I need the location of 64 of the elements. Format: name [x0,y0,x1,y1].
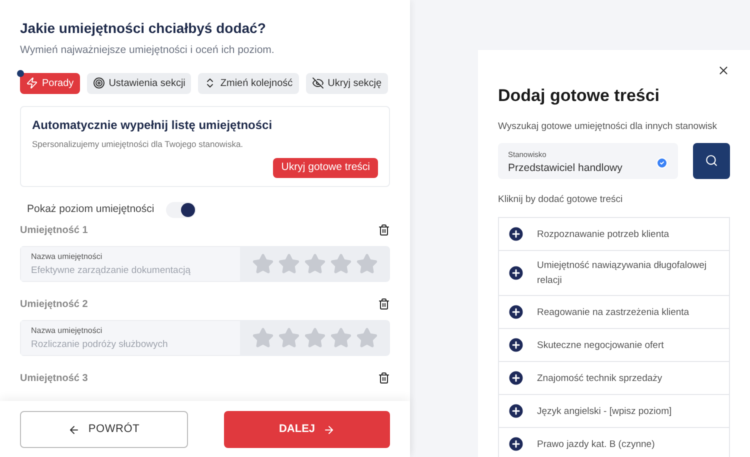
card-text: Spersonalizujemy umiejętności dla Twojego stanowiska. [32,138,244,150]
text-input[interactable]: Efektywne zarządzanie dokumentacją [31,262,230,280]
plus-icon [507,435,525,453]
plus-icon [507,336,525,354]
skill-name-field[interactable]: Nazwa umiejętności Rozliczanie podróży służbowych [20,320,240,356]
search-button[interactable] [693,142,730,179]
field-label: Nazwa umiejętności [31,250,104,262]
lightning-icon [26,77,38,90]
trash-icon[interactable] [378,224,390,236]
section-title: Jakie umiejętności chciałbyś dodać? [20,19,267,38]
section-subtitle: Wymień najważniejsze umiejętności i oceń ich poziom. [20,43,276,58]
eye-off-icon [312,77,324,90]
plus-icon [507,303,525,321]
plus-icon [507,402,525,420]
suggestion-item[interactable]: Skuteczne negocjowanie ofert [499,329,729,362]
suggestion-item[interactable]: Reagowanie na zastrzeżenia klienta [499,296,729,329]
back-button[interactable]: POWRÓT [20,411,188,448]
star-icon [252,326,274,348]
check-icon [656,156,668,169]
panel-subtitle: Wyszukaj gotowe umiejętności dla innych stanowisk [498,120,718,134]
trash-icon[interactable] [378,298,390,310]
toolbar-button[interactable]: Ustawienia sekcji [86,72,192,94]
next-button[interactable]: DALEJ [224,411,390,448]
field-label: Nazwa umiejętności [31,324,104,336]
level-switch[interactable] [166,202,196,218]
plus-icon [507,369,525,387]
star-icon [330,252,352,274]
suggestion-item[interactable]: Język angielski - [wpisz poziom] [499,395,729,428]
star-icon [330,326,352,348]
star-rating[interactable] [240,246,390,282]
plus-icon [507,264,525,282]
suggestion-item[interactable]: Znajomość technik sprzedaży [499,362,729,395]
arrow-left-icon [68,424,80,436]
search-icon [705,154,718,168]
skill-name-field[interactable]: Nazwa umiejętności Efektywne zarządzanie dokumentacją [20,246,240,282]
hide-content-button[interactable]: Ukryj gotowe treści [273,158,378,178]
suggestion-item[interactable]: Prawo jazdy kat. B (czynne) [499,428,729,457]
toolbar-button[interactable]: Porady [20,72,80,94]
skill-heading: Umiejętność 2 [20,298,88,312]
star-icon [278,326,300,348]
suggestion-item[interactable]: Rozpoznawanie potrzeb klienta [499,218,729,251]
target-icon [92,77,105,90]
star-icon [304,326,326,348]
skill-heading: Umiejętność 1 [20,224,88,238]
skill-heading: Umiejętność 3 [20,372,88,386]
field-value: Przedstawiciel handlowy [508,160,624,176]
toolbar-button[interactable]: Ukryj sekcję [306,72,388,94]
star-icon [304,252,326,274]
close-icon[interactable] [717,64,730,77]
panel-title: Dodaj gotowe treści [498,85,661,107]
card-title: Automatycznie wypełnij listę umiejętności [32,116,274,134]
star-icon [356,326,378,348]
star-icon [252,252,274,274]
toolbar-button[interactable]: Zmień kolejność [198,72,299,94]
star-icon [356,252,378,274]
star-icon [278,252,300,274]
text-input[interactable]: Rozliczanie podróży służbowych [31,336,230,354]
plus-icon [507,225,525,243]
star-rating[interactable] [240,320,390,356]
toggle-label: Pokaż poziom umiejętności [27,202,154,217]
suggestion-item[interactable]: Umiejętność nawiązywania długofalowej relacji [499,251,729,296]
hint-text: Kliknij by dodać gotowe treści [498,192,624,207]
trash-icon[interactable] [378,372,390,384]
arrow-right-icon [323,424,336,436]
